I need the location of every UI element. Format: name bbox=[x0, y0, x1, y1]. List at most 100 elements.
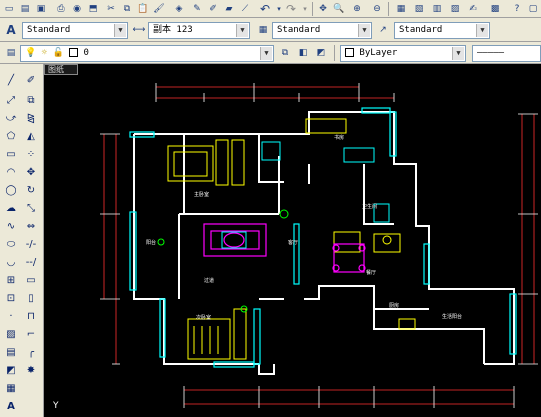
fillet-icon[interactable]: ╭ bbox=[23, 344, 39, 360]
plot-icon[interactable]: ⎙ bbox=[54, 2, 68, 16]
linetype-select[interactable]: ————— bbox=[472, 45, 541, 62]
linetype-value: ————— bbox=[477, 48, 505, 58]
text-style-icon: A bbox=[6, 23, 16, 37]
window-icon[interactable]: ▢ bbox=[526, 2, 540, 16]
chamfer-icon[interactable]: ⌐ bbox=[23, 326, 39, 342]
room-label-balcony: 阳台 bbox=[146, 239, 156, 246]
insert-block-icon[interactable]: ⊞ bbox=[3, 272, 19, 288]
dimension-ticks bbox=[100, 83, 538, 408]
region-icon[interactable]: ◩ bbox=[3, 362, 19, 378]
save-icon[interactable]: ▣ bbox=[34, 2, 48, 16]
rectangle-icon[interactable]: ▭ bbox=[3, 146, 19, 162]
markup-icon[interactable]: ✍ bbox=[466, 2, 480, 16]
chevron-down-icon[interactable]: ▼ bbox=[476, 24, 488, 37]
zoom-previous-icon[interactable]: ⊖ bbox=[370, 2, 384, 16]
zoom-realtime-icon[interactable]: 🔍 bbox=[332, 2, 346, 16]
block-editor-icon[interactable]: ◈ bbox=[172, 2, 186, 16]
multileader-style-select[interactable]: Standard ▼ bbox=[394, 22, 490, 39]
dim-style-select[interactable]: 副本 123 ▼ bbox=[148, 22, 250, 39]
color-swatch bbox=[345, 48, 354, 57]
erase-icon[interactable]: ✐ bbox=[23, 72, 39, 88]
room-label-living: 客厅 bbox=[288, 239, 298, 246]
redo-icon[interactable]: ↷ bbox=[284, 2, 298, 16]
new-file-icon[interactable]: ▭ bbox=[2, 2, 16, 16]
floor-plan-drawing: 主卧室 书房 客厅 餐厅 阳台 次卧室 厨房 卫生间 生活阳台 过道 bbox=[100, 83, 538, 408]
layer-previous-icon[interactable]: ◧ bbox=[296, 46, 310, 60]
chevron-down-icon[interactable]: ▼ bbox=[260, 47, 272, 60]
extend-icon[interactable]: --/ bbox=[23, 254, 39, 270]
layer-states-icon[interactable]: ◩ bbox=[314, 46, 328, 60]
stretch-icon[interactable]: ⇔ bbox=[23, 218, 39, 234]
line-icon[interactable]: ╱ bbox=[3, 72, 19, 88]
chevron-down-icon[interactable]: ▼ bbox=[236, 24, 248, 37]
trim-icon[interactable]: -/- bbox=[23, 236, 39, 252]
eraser-icon[interactable]: ▰ bbox=[222, 2, 236, 16]
copy-object-icon[interactable]: ⧉ bbox=[23, 92, 39, 108]
spline-icon[interactable]: ∿ bbox=[3, 218, 19, 234]
cut-icon[interactable]: ✂ bbox=[104, 2, 118, 16]
redo-dropdown-icon[interactable]: ▾ bbox=[298, 2, 312, 16]
revision-cloud-icon[interactable]: ☁ bbox=[3, 200, 19, 216]
help-icon[interactable]: ? bbox=[510, 2, 524, 16]
explode-icon[interactable]: ✸ bbox=[23, 362, 39, 378]
chevron-down-icon[interactable]: ▼ bbox=[358, 24, 370, 37]
table-style-select[interactable]: Standard ▼ bbox=[272, 22, 372, 39]
hatch-icon[interactable]: ▨ bbox=[3, 326, 19, 342]
chevron-down-icon[interactable]: ▼ bbox=[452, 47, 464, 60]
break-at-point-icon[interactable]: ▯ bbox=[23, 290, 39, 306]
paste-icon[interactable]: 📋 bbox=[136, 2, 150, 16]
scale-icon[interactable]: ⤡ bbox=[23, 200, 39, 216]
room-labels: 主卧室 书房 客厅 餐厅 阳台 次卧室 厨房 卫生间 生活阳台 过道 bbox=[146, 134, 462, 321]
construction-line-icon[interactable]: ⤢ bbox=[3, 92, 19, 108]
pencil-icon[interactable]: ✎ bbox=[190, 2, 204, 16]
preview-icon[interactable]: ◉ bbox=[70, 2, 84, 16]
arc-icon[interactable]: ◠ bbox=[3, 164, 19, 180]
dim-style-icon: ⟷ bbox=[132, 24, 146, 35]
mirror-icon[interactable]: ⧎ bbox=[23, 110, 39, 126]
draw-modify-toolbar: ╱ ⤢ ⤻ ⬠ ▭ ◠ ◯ ☁ ∿ ⬭ ◡ ⊞ ⊡ · ▨ ▤ ◩ ▦ A ✐ … bbox=[0, 64, 44, 417]
color-select[interactable]: ByLayer ▼ bbox=[340, 45, 466, 62]
chevron-down-icon[interactable]: ▼ bbox=[114, 24, 126, 37]
publish-icon[interactable]: ⬒ bbox=[86, 2, 100, 16]
copy-icon[interactable]: ⧉ bbox=[120, 2, 134, 16]
open-folder-icon[interactable]: ▤ bbox=[18, 2, 32, 16]
move-icon[interactable]: ✥ bbox=[23, 164, 39, 180]
furniture-yellow bbox=[167, 118, 416, 360]
drawing-canvas[interactable]: 图纸 主卧室 书房 客厅 餐厅 阳台 次卧室 厨房 卫生间 生活阳台 过道 Y bbox=[44, 64, 541, 417]
zoom-window-icon[interactable]: ⊕ bbox=[350, 2, 364, 16]
layer-manager-icon[interactable]: ▤ bbox=[4, 46, 18, 60]
ruler-icon[interactable]: ⟋ bbox=[238, 2, 252, 16]
tool-palettes-icon[interactable]: ▥ bbox=[430, 2, 444, 16]
polyline-icon[interactable]: ⤻ bbox=[3, 110, 19, 126]
table-style-icon: ▦ bbox=[258, 24, 268, 35]
circle-icon[interactable]: ◯ bbox=[3, 182, 19, 198]
gradient-icon[interactable]: ▤ bbox=[3, 344, 19, 360]
break-icon[interactable]: ▭ bbox=[23, 272, 39, 288]
make-block-icon[interactable]: ⊡ bbox=[3, 290, 19, 306]
layers-toolbar: ▤ 💡 ☼ 🔓 0 ▼ ⧉ ◧ ◩ ByLayer ▼ ————— bbox=[0, 42, 541, 64]
sheet-set-icon[interactable]: ▨ bbox=[448, 2, 462, 16]
properties-icon[interactable]: ▦ bbox=[394, 2, 408, 16]
calculator-icon[interactable]: ▩ bbox=[488, 2, 502, 16]
match-properties-icon[interactable]: 🖌 bbox=[152, 2, 166, 16]
undo-icon[interactable]: ↶ bbox=[258, 2, 272, 16]
array-icon[interactable]: ⁘ bbox=[23, 146, 39, 162]
point-icon[interactable]: · bbox=[3, 308, 19, 324]
make-current-layer-icon[interactable]: ⧉ bbox=[278, 46, 292, 60]
table-icon[interactable]: ▦ bbox=[3, 380, 19, 396]
join-icon[interactable]: ⊓ bbox=[23, 308, 39, 324]
dim-style-value: 副本 123 bbox=[153, 25, 193, 35]
room-label-kitchen: 厨房 bbox=[389, 302, 399, 309]
offset-icon[interactable]: ◭ bbox=[23, 128, 39, 144]
polygon-icon[interactable]: ⬠ bbox=[3, 128, 19, 144]
layer-select[interactable]: 💡 ☼ 🔓 0 ▼ bbox=[20, 45, 274, 62]
multiline-text-icon[interactable]: A bbox=[3, 398, 19, 414]
ellipse-arc-icon[interactable]: ◡ bbox=[3, 254, 19, 270]
rotate-icon[interactable]: ↻ bbox=[23, 182, 39, 198]
pan-icon[interactable]: ✥ bbox=[316, 2, 330, 16]
brush-icon[interactable]: ✐ bbox=[206, 2, 220, 16]
design-center-icon[interactable]: ▧ bbox=[412, 2, 426, 16]
ellipse-icon[interactable]: ⬭ bbox=[3, 236, 19, 252]
table-style-value: Standard bbox=[277, 25, 321, 35]
text-style-select[interactable]: Standard ▼ bbox=[22, 22, 128, 39]
